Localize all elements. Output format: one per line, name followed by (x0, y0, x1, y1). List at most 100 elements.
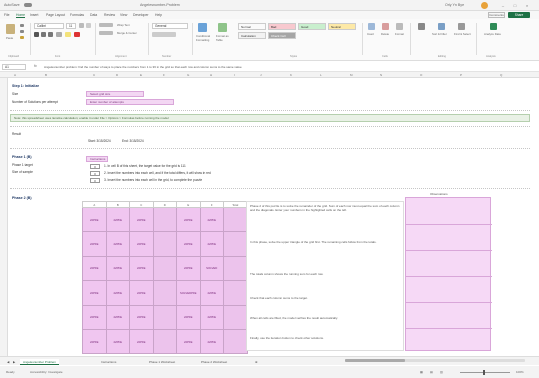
grid-cell[interactable]: 22PFE (105, 231, 130, 257)
merge-center-button[interactable]: Merge & Center (117, 31, 137, 35)
column-header[interactable]: Q (500, 73, 502, 77)
conditional-formatting-icon[interactable] (198, 23, 207, 32)
zoom-slider-handle[interactable] (483, 370, 485, 375)
style-calculation[interactable]: Calculation (238, 32, 266, 39)
decrease-font-icon[interactable] (86, 23, 91, 28)
tab-data[interactable]: Data (90, 13, 97, 17)
grid-cell[interactable]: 22PFE (105, 255, 130, 282)
add-sheet-icon[interactable]: ⊕ (252, 359, 261, 365)
grid-cell[interactable]: 22PFE (129, 206, 154, 233)
column-header[interactable]: L (320, 73, 322, 77)
bold-icon[interactable] (34, 32, 39, 37)
column-header[interactable]: N (380, 73, 382, 77)
tab-file[interactable]: File (4, 13, 9, 17)
grid-cell[interactable]: 22PFE (82, 280, 107, 306)
tab-formulas[interactable]: Formulas (70, 13, 84, 17)
name-box[interactable]: A1 (2, 64, 26, 70)
zoom-level[interactable]: 100% (516, 370, 524, 374)
sheet-tab-instructions[interactable]: Instructions (98, 359, 119, 365)
horizontal-scrollbar[interactable] (345, 359, 525, 362)
grid-cell[interactable]: 22PFE (199, 231, 224, 257)
tab-review[interactable]: Review (104, 13, 115, 17)
autosave-toggle[interactable] (24, 3, 32, 7)
tab-home[interactable]: Home (16, 13, 26, 18)
copy-icon[interactable] (20, 30, 24, 33)
grid-cell[interactable]: 22PFE (176, 231, 201, 257)
fill-color-icon[interactable] (65, 32, 71, 37)
column-header[interactable]: D (116, 73, 118, 77)
grid-cell[interactable]: SOLVED (199, 255, 224, 282)
grid-cell[interactable] (152, 304, 177, 330)
sheet-tab-problem[interactable]: Angelesnumber Problem (20, 359, 60, 365)
grid-cell[interactable]: 22PFE (129, 255, 154, 282)
grid-cell[interactable] (152, 206, 177, 233)
observations-panel[interactable]: Observations (405, 192, 492, 351)
sort-filter-icon[interactable] (438, 23, 445, 30)
grid-cell[interactable]: 22PFE (199, 206, 224, 233)
grid-cell[interactable]: 22PFE (82, 255, 107, 282)
align-left-icon[interactable] (99, 31, 113, 35)
format-as-table-icon[interactable] (218, 23, 227, 32)
sheet-tab-phase1[interactable]: Phase 1 Worksheet (146, 359, 178, 365)
tab-developer[interactable]: Developer (133, 13, 148, 17)
attempts-input[interactable]: Enter number of attempts (86, 99, 174, 105)
fx-icon[interactable]: fx (34, 64, 37, 68)
grid-cell[interactable]: 22PFE (129, 304, 154, 330)
size-input[interactable]: Select grid size (86, 91, 144, 97)
wrap-text-button[interactable]: Wrap Text (117, 23, 130, 27)
page-break-view-icon[interactable]: ▥ (440, 370, 443, 374)
grid-cell[interactable]: 22PFE (105, 206, 130, 233)
tab-view[interactable]: View (120, 13, 127, 17)
style-bad[interactable]: Bad (268, 23, 296, 30)
tab-page-layout[interactable]: Page Layout (46, 13, 65, 17)
font-size-select[interactable]: 11 (66, 23, 76, 29)
formula-input[interactable]: Angelesnumber problem: find the number o… (44, 65, 242, 69)
grid-cell[interactable]: 22PFE (105, 304, 130, 330)
currency-percent-icon[interactable] (152, 32, 176, 37)
borders-icon[interactable] (56, 32, 62, 37)
column-header[interactable]: H (210, 73, 212, 77)
grid-cell[interactable] (152, 328, 177, 355)
style-normal[interactable]: Normal (238, 23, 266, 30)
minimize-icon[interactable]: – (500, 3, 506, 8)
style-check-cell[interactable]: Check Cell (268, 32, 296, 39)
font-color-icon[interactable] (74, 32, 80, 37)
column-header[interactable]: O (420, 73, 422, 77)
row-headers[interactable] (0, 78, 8, 356)
grid-cell[interactable]: 22PFE (176, 255, 201, 282)
delete-cells-icon[interactable] (382, 23, 389, 30)
increase-font-icon[interactable] (79, 23, 84, 28)
grid-cell[interactable]: 22PFE (129, 328, 154, 355)
accessibility-status[interactable]: Accessibility: Investigate (30, 370, 63, 374)
phase1-value-3[interactable]: 0 (90, 178, 100, 183)
tab-help[interactable]: Help (155, 13, 162, 17)
column-header[interactable]: J (260, 73, 262, 77)
font-name-select[interactable]: Calibri (34, 23, 64, 29)
sheet-tab-phase2[interactable]: Phase 2 Worksheet (198, 359, 230, 365)
tab-insert[interactable]: Insert (30, 13, 38, 17)
grid-cell[interactable]: 22PFE (82, 304, 107, 330)
column-header[interactable]: B (45, 73, 47, 77)
grid-cell[interactable]: 22PFE (105, 328, 130, 355)
grid-cell[interactable]: 22PFE (199, 280, 224, 306)
grid-cell[interactable]: SOLVEDPFE (176, 280, 201, 306)
column-header[interactable]: K (290, 73, 292, 77)
grid-cell[interactable] (152, 280, 177, 306)
grid-cell[interactable] (152, 255, 177, 282)
format-cells-icon[interactable] (396, 23, 403, 30)
grid-cell[interactable]: 22PFE (199, 304, 224, 330)
grid-cell[interactable]: 22PFE (199, 328, 224, 355)
grid-cell[interactable]: 22PFE (82, 328, 107, 355)
cut-icon[interactable] (20, 24, 24, 27)
zoom-slider[interactable] (460, 372, 510, 373)
comments-button[interactable]: Comments (488, 12, 505, 18)
format-painter-icon[interactable] (20, 36, 24, 39)
column-header[interactable]: A (14, 73, 16, 77)
grid-cell[interactable]: 22PFE (129, 231, 154, 257)
column-header[interactable]: M (350, 73, 353, 77)
phase1-value-2[interactable]: 0 (90, 171, 100, 176)
column-header[interactable]: I (234, 73, 235, 77)
italic-icon[interactable] (41, 32, 46, 37)
share-button[interactable]: Share (508, 12, 530, 18)
analyze-data-icon[interactable] (490, 23, 497, 30)
